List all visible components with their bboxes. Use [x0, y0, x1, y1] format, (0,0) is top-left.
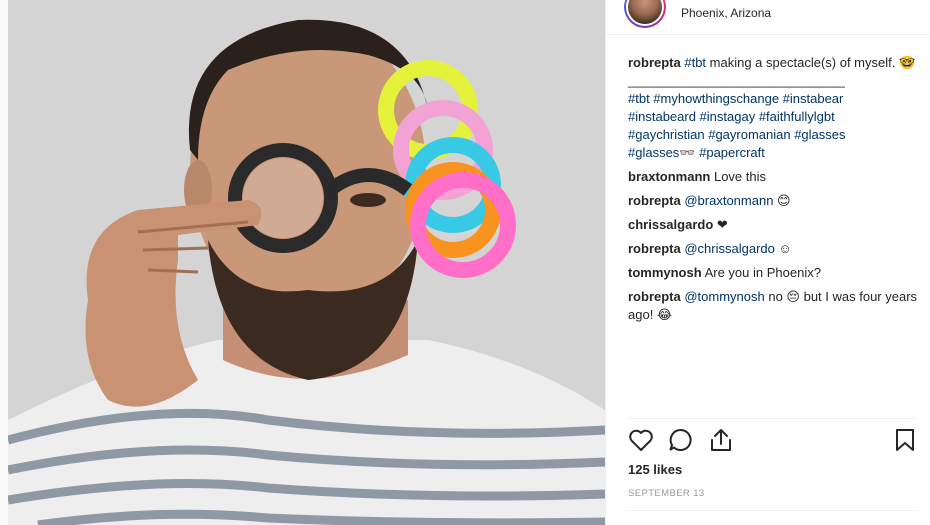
footer-divider: [628, 510, 915, 511]
post-header: Phoenix, Arizona: [606, 0, 930, 35]
comment: chrissalgardo ❤: [628, 216, 918, 234]
post-actions: [628, 428, 918, 456]
caption-separator: ______________________________: [628, 73, 845, 88]
comment-text: ❤: [716, 217, 728, 232]
speech-bubble-icon[interactable]: [668, 428, 694, 457]
comment: robrepta @chrissalgardo ☺: [628, 240, 918, 258]
comment-username[interactable]: chrissalgardo: [628, 217, 713, 232]
comment-username[interactable]: tommynosh: [628, 265, 702, 280]
comment-username[interactable]: braxtonmann: [628, 169, 710, 184]
comment-text: Are you in Phoenix?: [704, 265, 821, 280]
caption-hashtags-line[interactable]: #glasses👓 #papercraft: [628, 144, 918, 162]
post-photo-illustration: [8, 0, 605, 525]
caption-hashtags-line[interactable]: #gaychristian #gayromanian #glasses: [628, 126, 918, 144]
bookmark-icon[interactable]: [894, 428, 916, 457]
comment: robrepta @tommynosh no 😔 but I was four …: [628, 288, 918, 324]
comment-text: Love this: [713, 169, 767, 184]
comment-mention[interactable]: @braxtonmann: [684, 193, 773, 208]
heart-outline-icon[interactable]: [628, 428, 654, 457]
actions-divider: [628, 418, 915, 419]
comment-text: ☺: [774, 241, 792, 256]
share-upload-icon[interactable]: [708, 428, 734, 457]
comment: tommynosh Are you in Phoenix?: [628, 264, 918, 282]
comment: robrepta @braxtonmann 😊: [628, 192, 918, 210]
avatar[interactable]: [624, 0, 666, 28]
caption-hashtag[interactable]: #tbt: [684, 55, 706, 70]
post-location[interactable]: Phoenix, Arizona: [681, 6, 771, 20]
likes-count[interactable]: 125 likes: [628, 462, 682, 477]
comment-text: 😊: [773, 193, 791, 208]
comment-username[interactable]: robrepta: [628, 289, 681, 304]
comment-mention[interactable]: @tommynosh: [684, 289, 764, 304]
post-details-panel: Phoenix, Arizona robrepta #tbt making a …: [605, 0, 930, 525]
caption-username[interactable]: robrepta: [628, 55, 681, 70]
post-caption: robrepta #tbt making a spectacle(s) of m…: [628, 54, 918, 162]
comment: braxtonmann Love this: [628, 168, 918, 186]
post-photo[interactable]: [8, 0, 605, 525]
caption-text: making a spectacle(s) of myself. 🤓: [706, 55, 916, 70]
caption-hashtags-line[interactable]: #instabeard #instagay #faithfullylgbt: [628, 108, 918, 126]
caption-hashtags-line[interactable]: #tbt #myhowthingschange #instabear: [628, 90, 918, 108]
comment-mention[interactable]: @chrissalgardo: [684, 241, 775, 256]
comments-list: robrepta #tbt making a spectacle(s) of m…: [628, 54, 918, 330]
post-date[interactable]: SEPTEMBER 13: [628, 488, 705, 499]
comment-username[interactable]: robrepta: [628, 193, 681, 208]
comment-username[interactable]: robrepta: [628, 241, 681, 256]
